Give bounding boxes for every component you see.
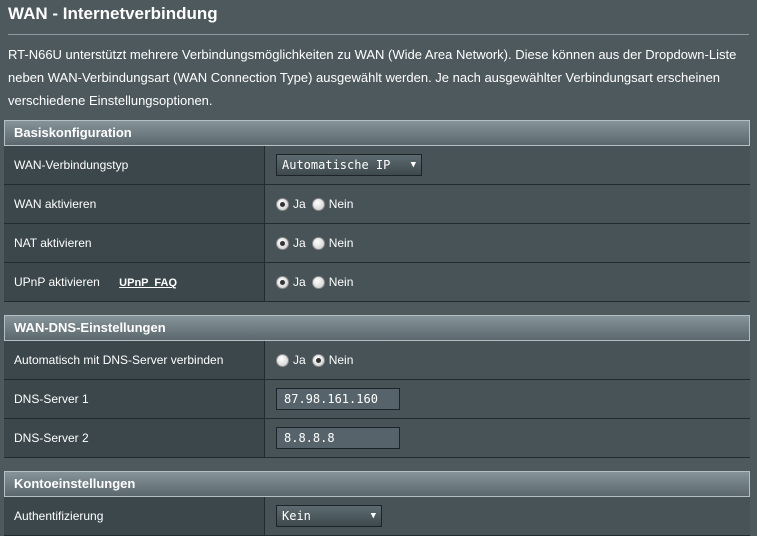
account-settings-header: Kontoeinstellungen — [4, 471, 750, 497]
dns-settings-header: WAN-DNS-Einstellungen — [4, 315, 750, 341]
account-settings-section: Kontoeinstellungen Authentifizierung Kei… — [4, 471, 750, 536]
dns-settings-section: WAN-DNS-Einstellungen Automatisch mit DN… — [4, 315, 750, 458]
dns-auto-yes-label[interactable]: Ja — [293, 353, 306, 367]
nat-enable-no-label[interactable]: Nein — [329, 236, 354, 250]
dns-server1-input[interactable]: 87.98.161.160 — [276, 388, 400, 410]
wan-enable-yes-radio[interactable] — [276, 197, 289, 211]
auth-row: Authentifizierung Kein ▼ — [4, 497, 750, 536]
wan-type-select[interactable]: Automatische IP ▼ — [276, 154, 422, 176]
title-divider — [8, 34, 749, 35]
wan-type-value: Automatische IP — [282, 158, 391, 172]
upnp-enable-label: UPnP aktivieren — [14, 275, 100, 289]
dns-server2-label: DNS-Server 2 — [4, 419, 265, 457]
dns-server1-row: DNS-Server 1 87.98.161.160 — [4, 380, 750, 419]
chevron-down-icon: ▼ — [370, 511, 376, 521]
wan-enable-label: WAN aktivieren — [4, 185, 265, 223]
upnp-enable-no-label[interactable]: Nein — [329, 275, 354, 289]
dns-auto-yes-radio[interactable] — [276, 353, 289, 367]
upnp-enable-yes-radio[interactable] — [276, 275, 289, 289]
dns-server2-row: DNS-Server 2 8.8.8.8 — [4, 419, 750, 458]
nat-enable-row: NAT aktivieren Ja Nein — [4, 224, 750, 263]
upnp-enable-row: UPnP aktivieren UPnP FAQ Ja Nein — [4, 263, 750, 302]
nat-enable-yes-radio[interactable] — [276, 236, 289, 250]
nat-enable-label: NAT aktivieren — [4, 224, 265, 262]
dns-server1-label: DNS-Server 1 — [4, 380, 265, 418]
upnp-enable-no-radio[interactable] — [311, 275, 325, 289]
auth-select[interactable]: Kein ▼ — [276, 505, 382, 527]
page-title: WAN - Internetverbindung — [8, 4, 218, 23]
dns-auto-label: Automatisch mit DNS-Server verbinden — [4, 341, 265, 379]
wan-enable-row: WAN aktivieren Ja Nein — [4, 185, 750, 224]
dns-server2-input[interactable]: 8.8.8.8 — [276, 427, 400, 449]
wan-type-label: WAN-Verbindungstyp — [4, 146, 265, 184]
chevron-down-icon: ▼ — [410, 160, 416, 170]
dns-auto-no-radio[interactable] — [311, 353, 325, 367]
nat-enable-no-radio[interactable] — [311, 236, 325, 250]
basic-config-section: Basiskonfiguration WAN-Verbindungstyp Au… — [4, 120, 750, 302]
wan-type-row: WAN-Verbindungstyp Automatische IP ▼ — [4, 146, 750, 185]
wan-enable-no-radio[interactable] — [311, 197, 325, 211]
upnp-enable-cell: UPnP aktivieren UPnP FAQ — [4, 263, 265, 301]
dns-auto-no-label[interactable]: Nein — [329, 353, 354, 367]
wan-enable-no-label[interactable]: Nein — [329, 197, 354, 211]
wan-enable-yes-label[interactable]: Ja — [293, 197, 306, 211]
basic-config-header: Basiskonfiguration — [4, 120, 750, 146]
upnp-faq-link[interactable]: UPnP FAQ — [119, 277, 177, 289]
nat-enable-yes-label[interactable]: Ja — [293, 236, 306, 250]
auth-label: Authentifizierung — [4, 497, 265, 535]
upnp-enable-yes-label[interactable]: Ja — [293, 275, 306, 289]
auth-value: Kein — [282, 509, 311, 523]
page-description: RT-N66U unterstützt mehrere Verbindungsm… — [8, 47, 737, 108]
dns-auto-row: Automatisch mit DNS-Server verbinden Ja … — [4, 341, 750, 380]
